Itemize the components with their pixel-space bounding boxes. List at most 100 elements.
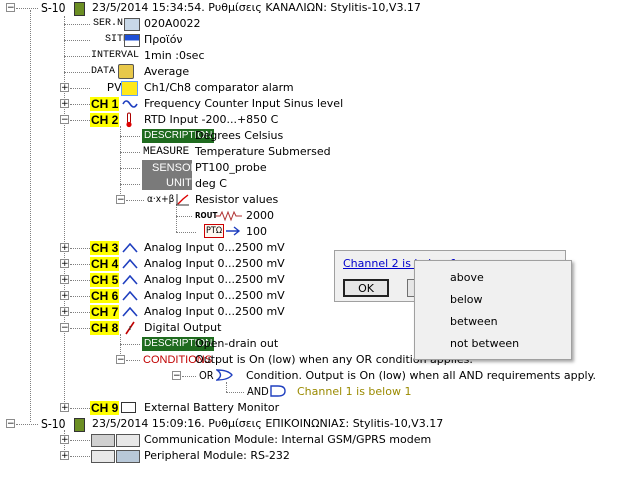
expand-toggle[interactable]: + [60, 275, 69, 285]
tree-line [70, 328, 90, 329]
or-label: OR [199, 369, 214, 382]
battery-icon [121, 402, 136, 413]
group-2-title[interactable]: 23/5/2014 15:09:16. Ρυθμίσεις ΕΠΙΚΟΙΝΩΝΙ… [92, 417, 443, 431]
thermometer-icon [126, 112, 132, 128]
group-title[interactable]: 23/5/2014 15:34:54. Ρυθμίσεις ΚΑΝΑΛΙΩΝ: … [92, 1, 421, 15]
group-label: S-10 [41, 1, 66, 15]
data-label: DATA [90, 65, 117, 79]
collapse-toggle[interactable]: − [116, 355, 125, 365]
tree-line [126, 200, 144, 201]
expand-toggle[interactable]: + [60, 243, 69, 253]
tree-line [64, 56, 90, 57]
channel-9-value[interactable]: External Battery Monitor [144, 401, 279, 415]
group-label: S-10 [41, 417, 66, 431]
collapse-toggle[interactable]: − [60, 323, 69, 333]
site-value[interactable]: Προϊόν [144, 33, 183, 47]
data-value[interactable]: Average [144, 65, 189, 79]
channel-5-value[interactable]: Analog Input 0...2500 mV [144, 273, 285, 287]
channel-4-value[interactable]: Analog Input 0...2500 mV [144, 257, 285, 271]
tree-line [70, 120, 90, 121]
expand-toggle[interactable]: + [60, 435, 69, 445]
interval-value[interactable]: 1min :0sec [144, 49, 205, 63]
tree-line [176, 204, 177, 232]
channel-2-value[interactable]: RTD Input -200...+850 C [144, 113, 278, 127]
pv-label: PV [106, 81, 123, 95]
expand-toggle[interactable]: + [60, 259, 69, 269]
ok-button[interactable]: OK [343, 279, 389, 297]
tree-line [176, 216, 192, 217]
tree-line [70, 104, 90, 105]
tree-line [70, 264, 90, 265]
unit-value[interactable]: deg C [195, 177, 227, 191]
pv-value[interactable]: Ch1/Ch8 comparator alarm [144, 81, 294, 95]
modem-icon [91, 434, 115, 447]
channel-1-value[interactable]: Frequency Counter Input Sinus level [144, 97, 343, 111]
tree-line [70, 280, 90, 281]
pv-icon [121, 81, 138, 96]
resistor-label[interactable]: Resistor values [195, 193, 278, 207]
analog-icon [122, 291, 138, 301]
formula-label: α·x+β [147, 194, 175, 205]
collapse-toggle[interactable]: − [6, 3, 15, 13]
tree-line [120, 344, 140, 345]
tree-line [70, 440, 90, 441]
tree-line [30, 10, 31, 422]
comm-module-value[interactable]: Communication Module: Internal GSM/GPRS … [144, 433, 431, 447]
tree-line [64, 24, 90, 25]
channel-8-value[interactable]: Digital Output [144, 321, 221, 335]
tree-line [64, 16, 65, 410]
serial-port-icon [116, 450, 140, 463]
tree-line [226, 382, 227, 392]
tree-line [120, 184, 140, 185]
sernr-value[interactable]: 020A0022 [144, 17, 201, 31]
menu-item-not-between[interactable]: not between [416, 333, 570, 355]
measure-label: MEASURE [142, 145, 191, 159]
data-icon [118, 64, 134, 79]
channel-7-label: CH 7 [90, 305, 120, 319]
sensor-value[interactable]: PT100_probe [195, 161, 267, 175]
arrow-icon [226, 226, 241, 236]
pt-label: PTΩ [204, 224, 225, 238]
tree-line [70, 296, 90, 297]
channel-5-label: CH 5 [90, 273, 120, 287]
collapse-toggle[interactable]: − [60, 115, 69, 125]
switch-icon [125, 321, 135, 335]
expand-toggle[interactable]: + [60, 307, 69, 317]
menu-item-above[interactable]: above [416, 267, 570, 289]
expand-toggle[interactable]: + [60, 83, 69, 93]
expand-toggle[interactable]: + [60, 403, 69, 413]
tree-line [70, 456, 90, 457]
measure-value[interactable]: Temperature Submersed [195, 145, 331, 159]
pt-value[interactable]: 100 [246, 225, 267, 239]
channel-7-value[interactable]: Analog Input 0...2500 mV [144, 305, 285, 319]
menu-item-between[interactable]: between [416, 311, 570, 333]
ch8-description-value[interactable]: Open-drain out [195, 337, 278, 351]
collapse-toggle[interactable]: − [116, 195, 125, 205]
port-icon [91, 450, 115, 463]
expand-toggle[interactable]: + [60, 451, 69, 461]
expand-toggle[interactable]: + [60, 99, 69, 109]
description-value[interactable]: Degrees Celsius [195, 129, 283, 143]
menu-item-below[interactable]: below [416, 289, 570, 311]
collapse-toggle[interactable]: − [6, 419, 15, 429]
channel-3-value[interactable]: Analog Input 0...2500 mV [144, 241, 285, 255]
rout-value[interactable]: 2000 [246, 209, 274, 223]
sine-icon [122, 100, 138, 108]
channel-6-value[interactable]: Analog Input 0...2500 mV [144, 289, 285, 303]
channel-9-label: CH 9 [90, 401, 120, 415]
tree-line [120, 168, 140, 169]
condition-dropdown-menu: above below between not between [414, 260, 572, 360]
tree-line [126, 360, 140, 361]
or-value[interactable]: Condition. Output is On (low) when all A… [246, 369, 596, 383]
peripheral-module-value[interactable]: Peripheral Module: RS-232 [144, 449, 290, 463]
tree-line [16, 424, 38, 425]
channel-6-label: CH 6 [90, 289, 120, 303]
tree-line [120, 152, 140, 153]
tree-line [70, 312, 90, 313]
tree-line [70, 88, 90, 89]
collapse-toggle[interactable]: − [172, 371, 181, 381]
device-icon [74, 418, 85, 432]
and-value[interactable]: Channel 1 is below 1 [297, 385, 411, 399]
tree-line [64, 40, 90, 41]
expand-toggle[interactable]: + [60, 291, 69, 301]
